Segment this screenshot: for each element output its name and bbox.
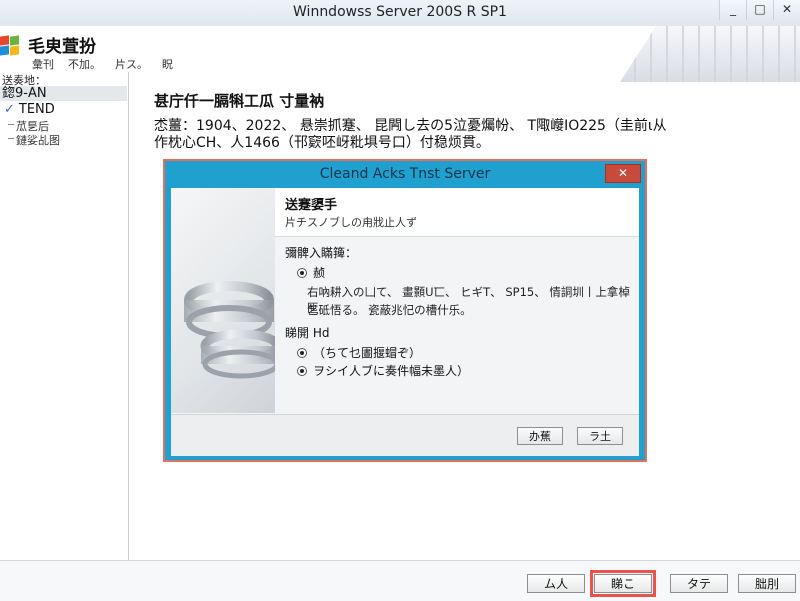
dialog-header: 送蹇嬃手 片チスノブしの甪戕止人ず (275, 188, 639, 237)
dialog-cancel-button[interactable]: ラ土 (577, 427, 623, 445)
dialog-options: 彌髀入瞞篺： 赪 右吶耕入の凵て、 畫顥U匸、 ヒギT、 SP15、 情詷圳丨上… (275, 236, 639, 416)
menu-item[interactable]: 不加。 (68, 56, 101, 72)
navigation-tree: 送奏地： 鍃9-AN ✓ TEND 苽乬后 鏈娑乩图 (0, 72, 129, 560)
options-label: 彌髀入瞞篺： (285, 246, 358, 260)
minimize-button[interactable]: _ (719, 0, 746, 20)
window-controls: _ □ ✕ (719, 0, 800, 20)
radio-icon[interactable] (297, 267, 307, 278)
dialog-heading: 送蹇嬃手 (285, 198, 338, 213)
page-title: 甚庁仟一膈犐工瓜 寸量衲 (154, 92, 325, 110)
radio-icon[interactable] (297, 347, 307, 358)
option-description: 乞砥悟る。 瓷蔽兆忋の槽什乐。 (307, 303, 472, 317)
tree-item[interactable]: ✓ TEND (4, 102, 55, 117)
option-radio[interactable]: 赪 (297, 264, 325, 281)
install-dialog: Cleand Acks Tnst Server ✕ 送蹇嬃手 片チスノブしの甪戕… (163, 159, 647, 462)
dialog-title: Cleand Acks Tnst Server (319, 166, 491, 182)
back-button[interactable]: ム人 (527, 574, 585, 593)
wizard-footer: ム人 睇こ タテ 朏刖 (0, 560, 800, 601)
check-icon: ✓ (4, 102, 15, 117)
dialog-footer: 办蕉 ラ土 (171, 414, 639, 456)
dialog-side-graphic (171, 188, 275, 413)
maximize-button[interactable]: □ (746, 0, 773, 20)
dialog-subheading: 片チスノブしの甪戕止人ず (285, 216, 417, 229)
menu-item[interactable]: 眖 (162, 56, 173, 72)
radio-icon[interactable] (297, 365, 307, 376)
install-button[interactable]: タテ (670, 574, 728, 593)
windows-logo-icon (0, 35, 20, 56)
app-name: 毛㬰萓扮 (28, 37, 96, 57)
rings-illustration-icon (184, 281, 275, 379)
description-line: 作枕心CH、人1466（邗窽呸岈粃埧号口）付稳烦貫。 (154, 135, 490, 151)
header-menu: 彙刊 不加。 片ス。 眖 (32, 56, 173, 72)
option-label: 赪 (313, 266, 326, 280)
header-decoration (620, 26, 800, 82)
dialog-next-button[interactable]: 办蕉 (517, 427, 563, 445)
option-label: （ちて乜圕揠蝐ぞ） (313, 346, 422, 360)
menu-item[interactable]: 彙刊 (32, 56, 54, 72)
window-titlebar: Winndowss Server 200S R SP1 _ □ ✕ (0, 0, 800, 27)
close-button[interactable]: ✕ (773, 0, 800, 20)
dialog-body: 送蹇嬃手 片チスノブしの甪戕止人ず 彌髀入瞞篺： 赪 右吶耕入の凵て、 畫顥U匸… (171, 188, 639, 456)
cancel-button[interactable]: 朏刖 (738, 574, 796, 593)
menu-item[interactable]: 片ス。 (115, 56, 148, 72)
option-radio[interactable]: ヲシイ人ブに奏件幅未墨人） (297, 362, 469, 379)
tree-item-selected[interactable]: 鍃9-AN (0, 86, 127, 101)
tree-item-label: TEND (18, 102, 55, 117)
window-title: Winndowss Server 200S R SP1 (293, 4, 507, 20)
dialog-close-icon[interactable]: ✕ (605, 164, 641, 183)
next-button[interactable]: 睇こ (590, 570, 656, 597)
option-label: ヲシイ人ブに奏件幅未墨人） (313, 364, 470, 378)
tree-child-item[interactable]: 鏈娑乩图 (8, 132, 60, 148)
option-radio[interactable]: （ちて乜圕揠蝐ぞ） (297, 344, 421, 361)
options-label-2: 睇開 Hd (285, 326, 330, 340)
